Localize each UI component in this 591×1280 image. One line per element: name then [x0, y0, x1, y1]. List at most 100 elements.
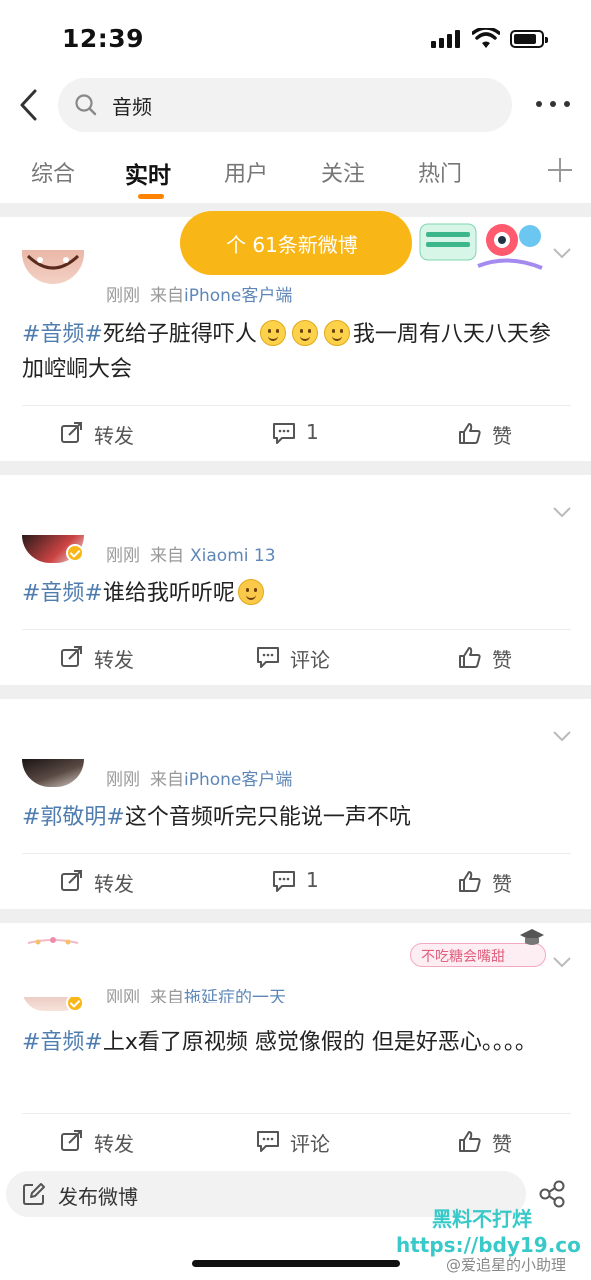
chevron-down-icon[interactable]: [552, 246, 572, 260]
post-text: #音频#谁给我听听呢: [22, 576, 552, 611]
chevron-down-icon[interactable]: [552, 955, 572, 969]
post-time: 刚刚: [106, 770, 140, 790]
post-time: 刚刚: [106, 286, 140, 306]
battery-icon: [510, 30, 548, 48]
tab-comprehensive[interactable]: 综合: [31, 156, 75, 188]
source-credit: @爱追星的小助理: [446, 1256, 567, 1274]
post-source[interactable]: Xiaomi 13: [190, 546, 276, 566]
post-time: 刚刚: [106, 989, 140, 1003]
compose-label: 发布微博: [58, 1185, 138, 1209]
repost-icon: [61, 870, 82, 891]
comment-icon: [257, 1131, 279, 1152]
post-meta: 刚刚 来自拖延症的一天: [106, 989, 286, 1003]
source-prefix: 来自: [150, 770, 184, 790]
post-text: #音频#死给子脏得吓人 我一周有八天八天参加崆峒大会: [22, 317, 552, 387]
badge-text: 不吃糖会嘴甜: [421, 949, 505, 965]
repost-icon: [61, 1130, 82, 1151]
watermark: 黑料不打烊 https://bdy19.co: [396, 1206, 581, 1258]
search-input[interactable]: 音频: [58, 78, 512, 132]
tab-users[interactable]: 用户: [224, 156, 268, 188]
like-label: 赞: [492, 872, 512, 896]
status-time: 12:39: [62, 24, 145, 53]
chevron-down-icon[interactable]: [552, 505, 572, 519]
chevron-down-icon[interactable]: [552, 729, 572, 743]
post-text: #郭敬明#这个音频听完只能说一声不吭: [22, 800, 552, 835]
hashtag[interactable]: #音频#: [22, 1030, 103, 1055]
tab-active-indicator: [138, 194, 164, 199]
promo-badge-icon[interactable]: [418, 218, 546, 274]
add-tab-icon[interactable]: [548, 158, 572, 182]
watermark-line1: 黑料不打烊: [432, 1207, 532, 1231]
comment-count: 1: [306, 420, 319, 444]
comment-icon: [273, 423, 295, 444]
back-icon[interactable]: [16, 88, 42, 122]
new-posts-banner[interactable]: 个 61条新微博: [180, 211, 412, 275]
post-body: 上x看了原视频 感觉像假的 但是好恶心。。。。: [102, 1030, 537, 1055]
meta-overlap-mask: [0, 985, 591, 997]
comment-label: 评论: [290, 1132, 330, 1156]
edit-icon: [23, 1183, 45, 1205]
action-bar: 转发 1 赞: [22, 853, 571, 905]
like-label: 赞: [492, 1132, 512, 1156]
tab-following[interactable]: 关注: [321, 156, 365, 188]
comment-label: 评论: [290, 648, 330, 672]
post-card: 刚刚 来自拖延症的一天 不吃糖会嘴甜 #音频#上x看了原视频 感觉像假的 但是好恶…: [0, 923, 591, 1163]
post-body: 谁给我听听呢: [102, 581, 235, 606]
source-prefix: 来自: [150, 546, 184, 566]
new-posts-text: 个 61条新微博: [226, 233, 358, 257]
post-meta: 刚刚 来自 Xiaomi 13: [106, 541, 276, 566]
post-meta: 刚刚 来自iPhone客户端: [106, 281, 292, 306]
search-query: 音频: [112, 95, 152, 119]
wifi-icon: [472, 28, 500, 48]
search-icon: [75, 94, 97, 116]
like-label: 赞: [492, 424, 512, 448]
tab-realtime[interactable]: 实时: [125, 156, 171, 190]
more-icon[interactable]: [536, 96, 570, 114]
like-label: 赞: [492, 648, 512, 672]
smile-emoji-icon: [291, 320, 318, 346]
comment-icon: [273, 871, 295, 892]
smile-emoji-icon: [323, 320, 350, 346]
source-prefix: 来自: [150, 989, 184, 1003]
action-bar: 转发 评论 赞: [22, 1113, 571, 1165]
post-text: #音频#上x看了原视频 感觉像假的 但是好恶心。。。。: [22, 1025, 552, 1060]
smile-emoji-icon: [259, 320, 286, 346]
post-source[interactable]: iPhone客户端: [184, 286, 292, 306]
repost-label: 转发: [94, 648, 134, 672]
hashtag[interactable]: #音频#: [22, 581, 103, 606]
tab-hot[interactable]: 热门: [418, 156, 462, 188]
home-indicator[interactable]: [192, 1260, 400, 1267]
repost-label: 转发: [94, 1132, 134, 1156]
action-bar: 转发 1 赞: [22, 405, 571, 457]
avatar[interactable]: [22, 250, 84, 284]
avatar-image: [26, 254, 80, 270]
post-card: 刚刚 来自 Xiaomi 13 #音频#谁给我听听呢 转发 评论 赞: [0, 475, 591, 685]
thumbs-up-icon: [459, 423, 481, 444]
avatar[interactable]: [22, 759, 84, 787]
repost-icon: [61, 422, 82, 443]
post-source[interactable]: iPhone客户端: [184, 770, 292, 790]
status-bar: 12:39: [0, 0, 591, 74]
thumbs-up-icon: [459, 647, 481, 668]
hashtag[interactable]: #音频#: [22, 322, 103, 347]
hashtag[interactable]: #郭敬明#: [22, 805, 125, 830]
post-body: 这个音频听完只能说一声不吭: [124, 805, 411, 830]
comment-icon: [257, 647, 279, 668]
share-icon[interactable]: [538, 1180, 566, 1208]
comment-count: 1: [306, 868, 319, 892]
post-source[interactable]: 拖延症的一天: [184, 989, 286, 1003]
verified-badge-icon: [66, 544, 84, 562]
hug-emoji-icon: [237, 579, 264, 605]
post-body: 死给子脏得吓人: [102, 322, 257, 347]
signal-icon: [431, 30, 463, 48]
graduation-cap-icon: [520, 929, 544, 945]
post-meta: 刚刚 来自iPhone客户端: [106, 765, 292, 790]
avatar-decoration: [27, 937, 79, 945]
thumbs-up-icon: [459, 871, 481, 892]
tab-fade: [500, 148, 540, 198]
post-time: 刚刚: [106, 546, 140, 566]
repost-label: 转发: [94, 872, 134, 896]
post-card: 刚刚 来自iPhone客户端 #郭敬明#这个音频听完只能说一声不吭 转发 1 赞: [0, 699, 591, 909]
divider: [0, 909, 591, 923]
tab-bar: 综合 实时 用户 关注 热门: [0, 148, 591, 200]
